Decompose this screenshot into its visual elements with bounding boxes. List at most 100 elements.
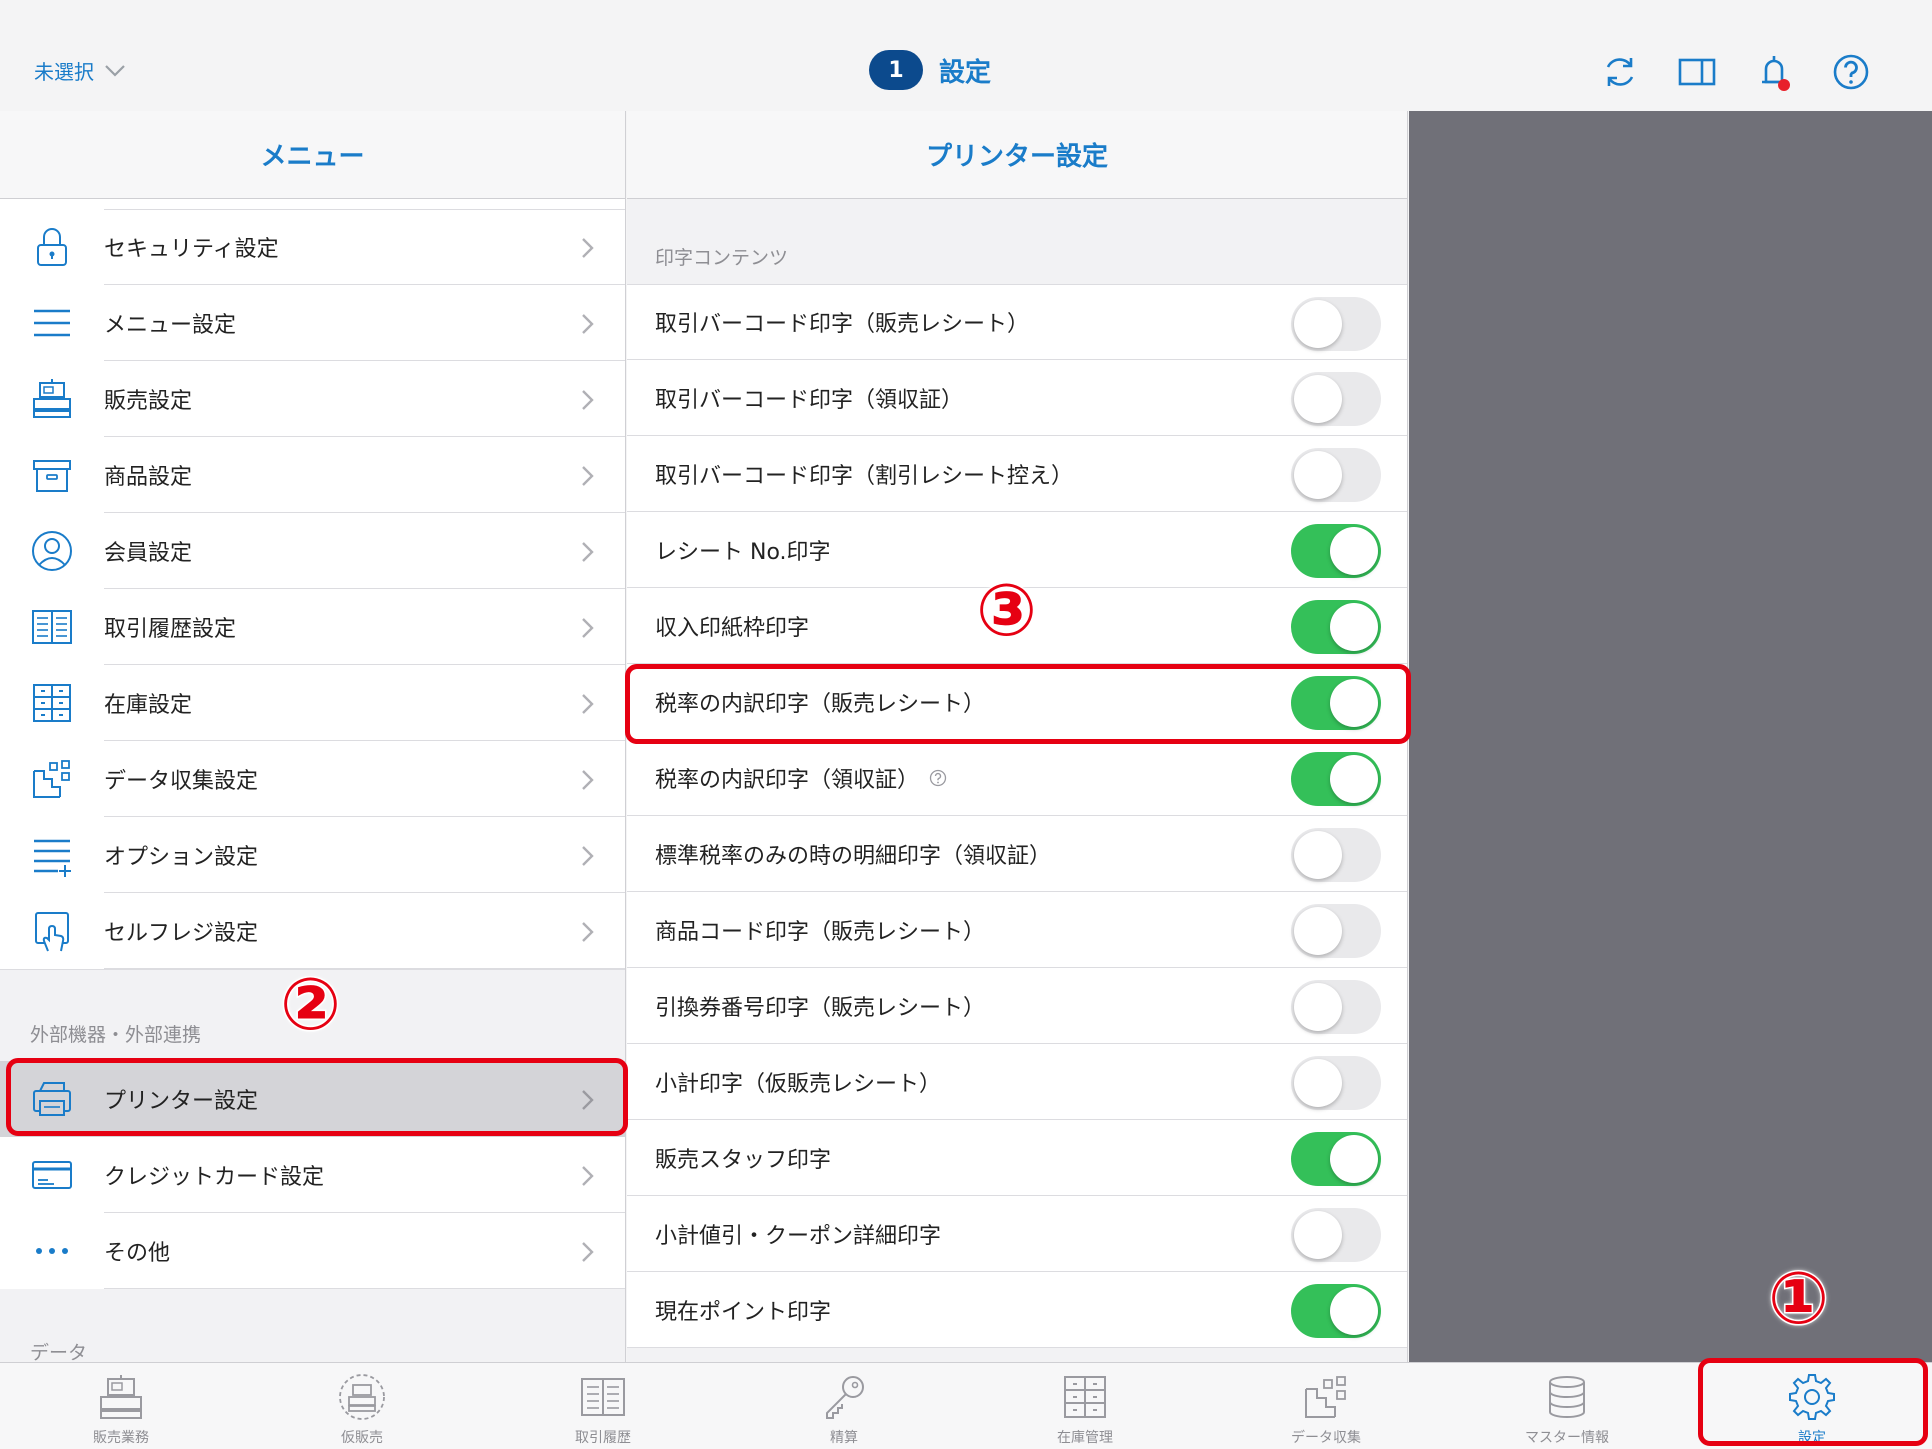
menu-item-label: 会員設定 bbox=[104, 513, 625, 589]
lock-icon bbox=[37, 228, 67, 266]
store-selector[interactable]: 未選択 bbox=[34, 56, 126, 85]
toggle-switch[interactable] bbox=[1291, 752, 1381, 806]
tab-label: 仮販売 bbox=[341, 1430, 383, 1446]
toggle-switch[interactable] bbox=[1291, 1208, 1381, 1262]
tab-stock[interactable]: 在庫管理 bbox=[1005, 1373, 1165, 1449]
toggle-knob bbox=[1294, 1211, 1342, 1259]
toggle-switch[interactable] bbox=[1291, 372, 1381, 426]
annotation-number-3: ③ bbox=[975, 568, 1039, 652]
setting-label-wrap: 小計値引・クーポン詳細印字 bbox=[655, 1218, 941, 1250]
toggle-switch[interactable] bbox=[1291, 600, 1381, 654]
count-badge: 1 bbox=[869, 50, 923, 90]
credit-card-icon bbox=[32, 1161, 72, 1189]
chevron-right-icon bbox=[582, 922, 594, 942]
menu-item-menu-settings[interactable]: メニュー設定 bbox=[0, 285, 625, 361]
menu-item-sales-settings[interactable]: 販売設定 bbox=[0, 361, 625, 437]
menu-item-option-settings[interactable]: オプション設定 bbox=[0, 817, 625, 893]
register-icon bbox=[100, 1375, 142, 1419]
bell-icon[interactable] bbox=[1754, 52, 1794, 92]
print-contents-section-header: 印字コンテンツ bbox=[627, 199, 1407, 284]
toggle-switch[interactable] bbox=[1291, 980, 1381, 1034]
menu-item-label: 販売設定 bbox=[104, 361, 625, 437]
toggle-switch[interactable] bbox=[1291, 676, 1381, 730]
menu-item-security[interactable]: セキュリティ設定 bbox=[0, 209, 625, 285]
toggle-switch[interactable] bbox=[1291, 1132, 1381, 1186]
chevron-right-icon bbox=[582, 694, 594, 714]
tab-sales[interactable]: 販売業務 bbox=[41, 1373, 201, 1449]
toggle-switch[interactable] bbox=[1291, 448, 1381, 502]
tab-history[interactable]: 取引履歴 bbox=[523, 1373, 683, 1449]
toggle-switch[interactable] bbox=[1291, 297, 1381, 351]
setting-label-wrap: 引換券番号印字（販売レシート） bbox=[655, 990, 985, 1022]
toggle-knob bbox=[1294, 983, 1342, 1031]
menu-item-label: 取引履歴設定 bbox=[104, 589, 625, 665]
toggle-switch[interactable] bbox=[1291, 904, 1381, 958]
menu-item-printer-settings[interactable]: プリンター設定 bbox=[0, 1061, 625, 1137]
setting-row: 税率の内訳印字（領収証） bbox=[627, 740, 1407, 816]
tab-data-collection[interactable]: データ収集 bbox=[1246, 1373, 1406, 1449]
setting-row: 税率の内訳印字（販売レシート） bbox=[627, 664, 1407, 740]
menu-item-credit-card-settings[interactable]: クレジットカード設定 bbox=[0, 1137, 625, 1213]
setting-label: 販売スタッフ印字 bbox=[655, 1147, 832, 1173]
data-section-header: データ bbox=[0, 1289, 625, 1362]
chevron-right-icon bbox=[582, 314, 594, 334]
setting-label-wrap: 収入印紙枠印字 bbox=[655, 610, 809, 642]
menu-item-other[interactable]: その他 bbox=[0, 1213, 625, 1289]
book-icon bbox=[581, 1378, 625, 1416]
chevron-right-icon bbox=[582, 846, 594, 866]
tab-label: 在庫管理 bbox=[1057, 1430, 1113, 1446]
toggle-switch[interactable] bbox=[1291, 524, 1381, 578]
annotation-number-2: ② bbox=[279, 962, 343, 1046]
tab-master[interactable]: マスター情報 bbox=[1487, 1373, 1647, 1449]
annotation-number-1: ① bbox=[1767, 1256, 1831, 1340]
menu-item-label: メニュー設定 bbox=[104, 285, 625, 361]
menu-item-data-collection-settings[interactable]: データ収集設定 bbox=[0, 741, 625, 817]
setting-label-wrap: 標準税率のみの時の明細印字（領収証） bbox=[655, 838, 1051, 870]
data-icon bbox=[33, 760, 70, 798]
tab-settings[interactable]: 設定 bbox=[1732, 1373, 1892, 1449]
toggle-knob bbox=[1294, 907, 1342, 955]
chevron-right-icon bbox=[582, 466, 594, 486]
section-label: 外部機器・外部連携 bbox=[30, 1024, 202, 1046]
toggle-switch[interactable] bbox=[1291, 828, 1381, 882]
key-icon bbox=[826, 1376, 864, 1419]
menu-item-label: 商品設定 bbox=[104, 437, 625, 513]
toggle-switch[interactable] bbox=[1291, 1284, 1381, 1338]
store-selector-label: 未選択 bbox=[34, 60, 94, 84]
more-icon bbox=[36, 1248, 68, 1254]
toggle-knob bbox=[1330, 679, 1378, 727]
database-icon bbox=[1549, 1376, 1585, 1418]
chevron-down-icon bbox=[105, 64, 125, 77]
menu-item-self-register-settings[interactable]: セルフレジ設定 bbox=[0, 893, 625, 969]
shelf-icon bbox=[1064, 1376, 1106, 1418]
menu-item-product-settings[interactable]: 商品設定 bbox=[0, 437, 625, 513]
split-view-icon[interactable] bbox=[1677, 52, 1717, 92]
section-label: 印字コンテンツ bbox=[655, 247, 789, 269]
user-icon bbox=[32, 531, 72, 571]
question-icon[interactable] bbox=[929, 769, 947, 787]
page-title: 設定 bbox=[939, 57, 992, 88]
settings-list: 取引バーコード印字（販売レシート） 取引バーコード印字（領収証） 取引バーコード印字… bbox=[627, 284, 1407, 1348]
help-icon[interactable] bbox=[1831, 52, 1871, 92]
box-icon bbox=[33, 460, 71, 492]
shelf-icon bbox=[33, 684, 71, 722]
chevron-right-icon bbox=[582, 390, 594, 410]
setting-label: 小計値引・クーポン詳細印字 bbox=[655, 1223, 942, 1249]
hamburger-icon bbox=[34, 309, 70, 337]
setting-label: 引換券番号印字（販売レシート） bbox=[655, 995, 986, 1021]
tab-label: 取引履歴 bbox=[575, 1430, 631, 1446]
setting-label: 税率の内訳印字（領収証） bbox=[655, 767, 920, 793]
tab-temp-sales[interactable]: 仮販売 bbox=[282, 1373, 442, 1449]
setting-row: 商品コード印字（販売レシート） bbox=[627, 892, 1407, 968]
refresh-icon[interactable] bbox=[1600, 52, 1640, 92]
toggle-switch[interactable] bbox=[1291, 1056, 1381, 1110]
menu-item-member-settings[interactable]: 会員設定 bbox=[0, 513, 625, 589]
menu-item-history-settings[interactable]: 取引履歴設定 bbox=[0, 589, 625, 665]
tab-label: 設定 bbox=[1798, 1430, 1826, 1446]
menu-item-stock-settings[interactable]: 在庫設定 bbox=[0, 665, 625, 741]
menu-item-label: オプション設定 bbox=[104, 817, 625, 893]
tab-bar: 販売業務 仮販売 取引履歴 精算 在庫管理 データ収集 マスター情報 設定 bbox=[0, 1362, 1932, 1449]
setting-label-wrap: 取引バーコード印字（販売レシート） bbox=[655, 306, 1029, 338]
tab-settlement[interactable]: 精算 bbox=[764, 1373, 924, 1449]
register-icon bbox=[33, 379, 71, 418]
